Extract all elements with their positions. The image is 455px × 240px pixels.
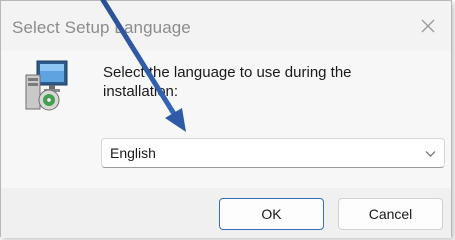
- dialog-content: Select the language to use during the in…: [1, 51, 451, 188]
- ok-button[interactable]: OK: [219, 198, 324, 230]
- language-prompt: Select the language to use during the in…: [103, 64, 352, 100]
- button-bar: OK Cancel: [1, 188, 451, 238]
- language-select[interactable]: English: [101, 138, 445, 168]
- language-select-value: English: [110, 145, 156, 161]
- setup-language-dialog: Select Setup Language Select the languag…: [0, 0, 452, 238]
- cancel-button[interactable]: Cancel: [338, 198, 443, 230]
- chevron-down-icon: [425, 151, 436, 157]
- setup-computer-icon: [25, 60, 68, 111]
- dialog-title: Select Setup Language: [12, 18, 191, 37]
- title-bar: Select Setup Language: [1, 1, 451, 51]
- close-icon[interactable]: [417, 15, 439, 37]
